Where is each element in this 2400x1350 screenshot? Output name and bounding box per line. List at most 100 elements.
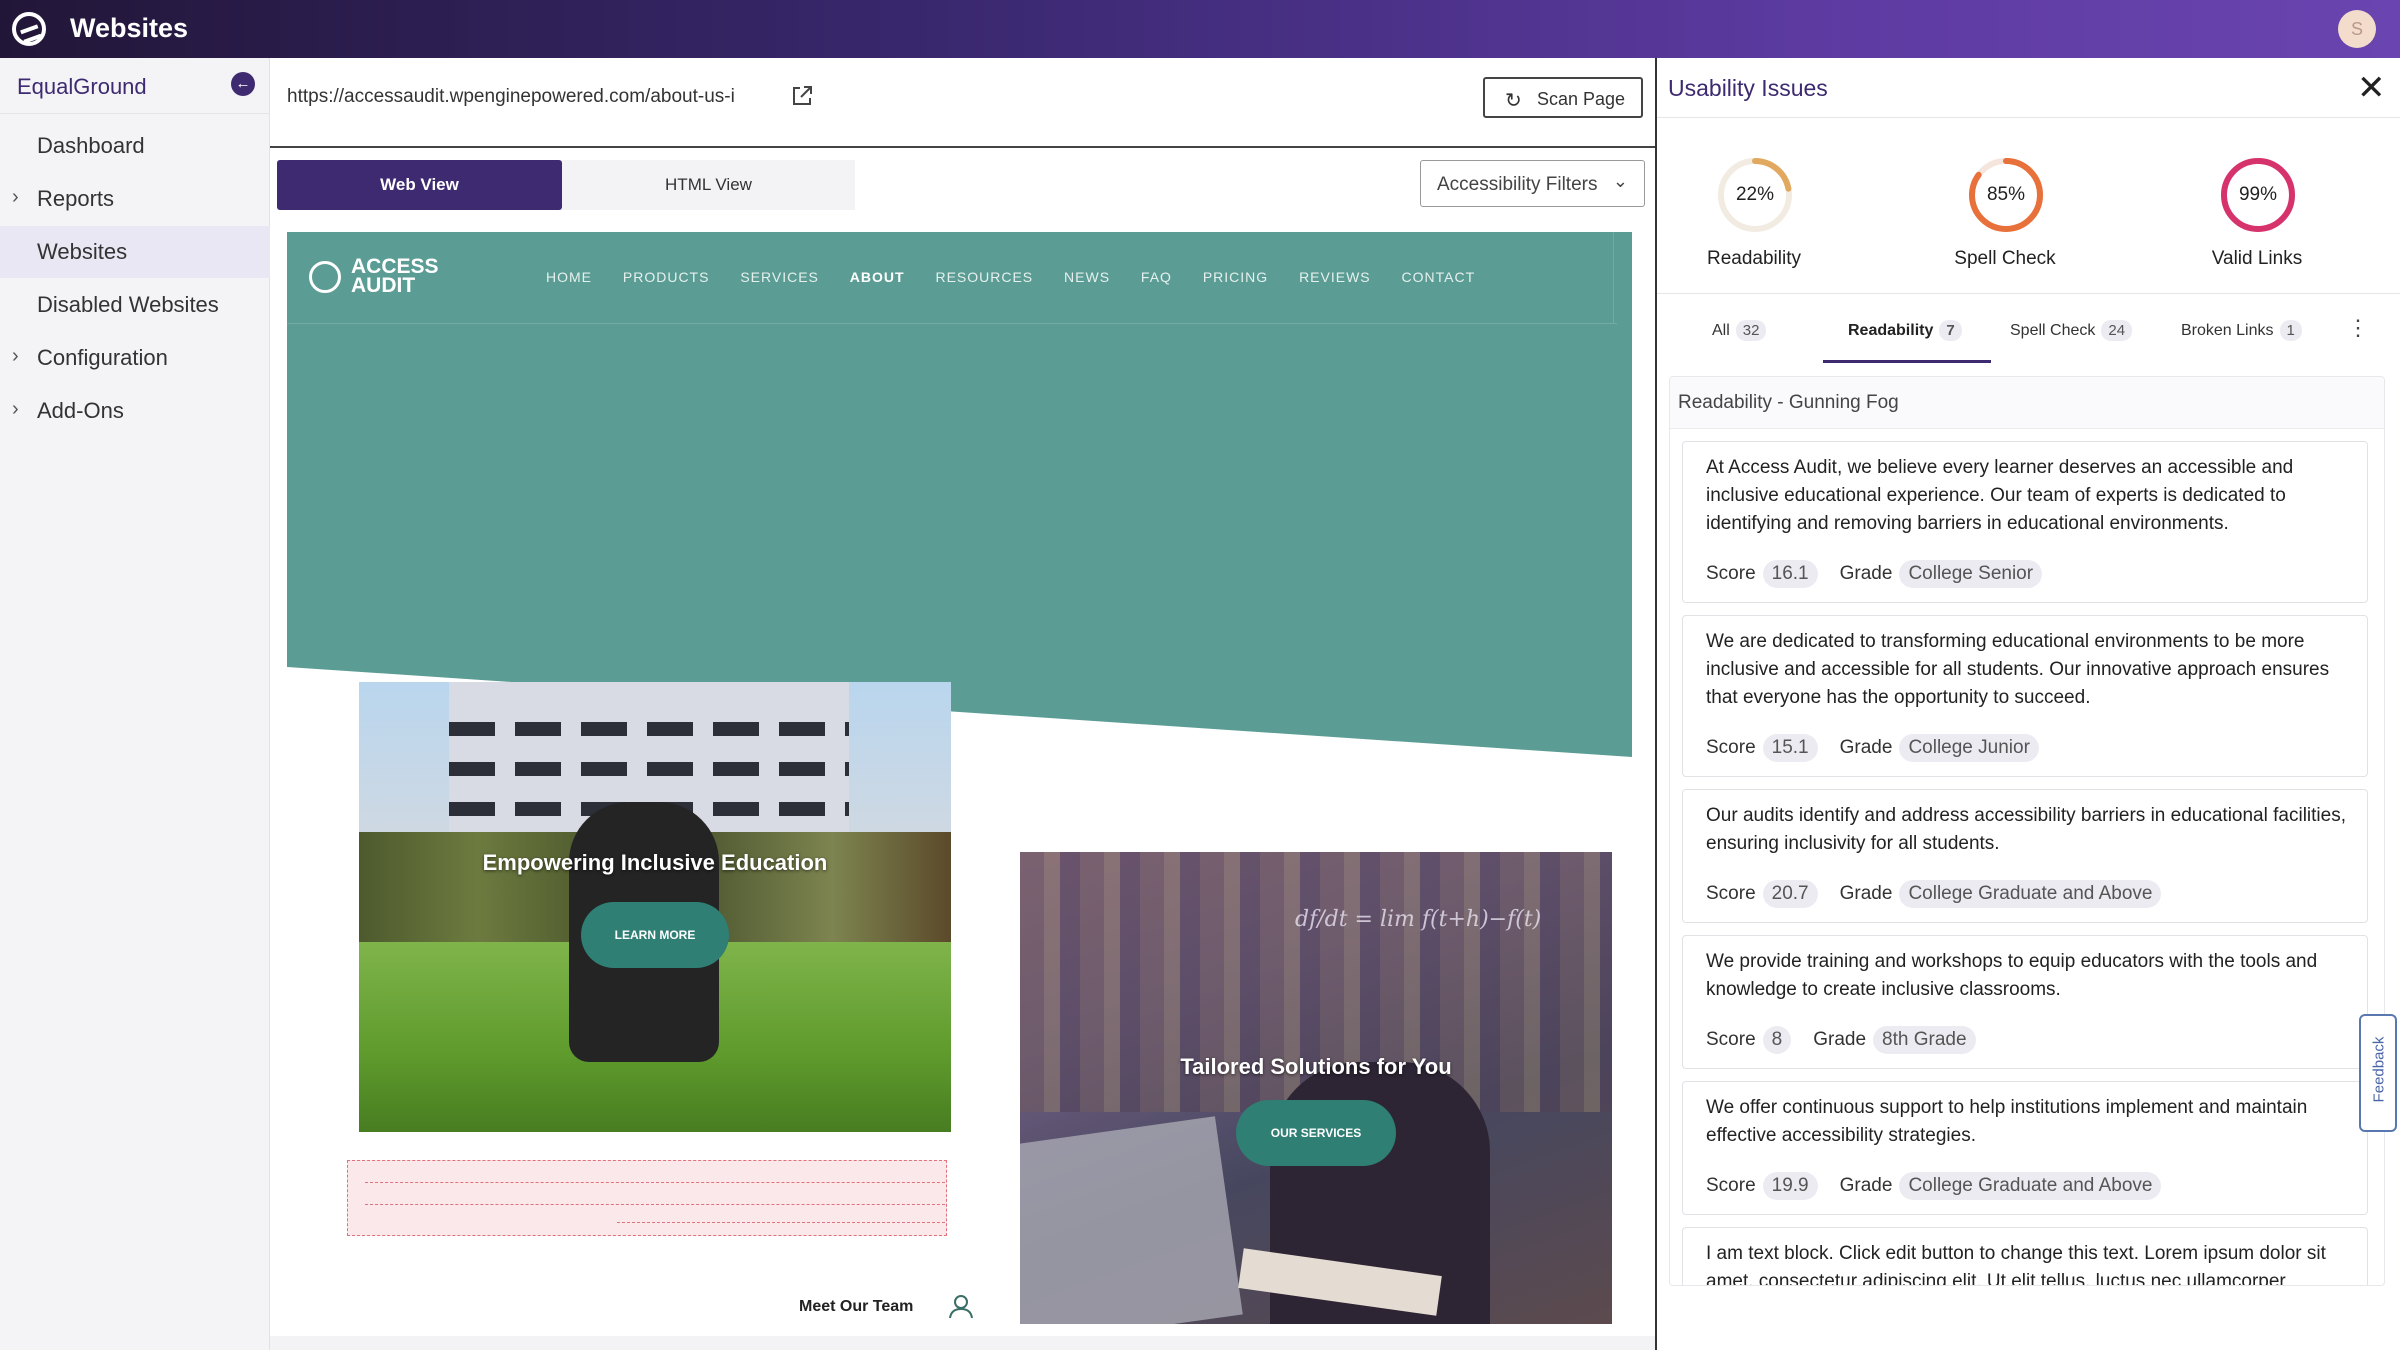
chevron-down-icon: ⌄ [1612, 171, 1628, 191]
site-nav-pricing[interactable]: PRICING [1203, 269, 1268, 285]
tab-all[interactable]: All 32 [1712, 320, 1767, 341]
close-icon[interactable]: ✕ [2357, 68, 2386, 108]
sidebar-item-websites[interactable]: Websites [0, 226, 270, 278]
chevron-right-icon: › [12, 186, 19, 208]
issue-meta: Score 19.9 Grade College Graduate and Above [1706, 1172, 2162, 1200]
score-label: Score [1706, 563, 1756, 584]
grade-badge: 8th Grade [1873, 1026, 1976, 1054]
issue-meta: Score 20.7 Grade College Graduate and Above [1706, 880, 2162, 908]
grade-label: Grade [1813, 1029, 1867, 1050]
gauge-readability: 22% Readability [1674, 156, 1834, 276]
score-badge: 19.9 [1762, 1172, 1818, 1200]
issue-meta: Score 16.1 Grade College Senior [1706, 560, 2043, 588]
issue-card[interactable]: Our audits identify and address accessib… [1682, 789, 2368, 923]
gauge-label: Readability [1707, 248, 1801, 269]
usability-issues-panel: Usability Issues ✕ 22% Readability 85% S… [1657, 58, 2400, 1350]
user-avatar[interactable]: S [2338, 10, 2376, 48]
panel-header-divider [1657, 117, 2400, 118]
issue-card[interactable]: We provide training and workshops to equ… [1682, 935, 2368, 1069]
issues-list[interactable]: Readability - Gunning Fog At Access Audi… [1669, 376, 2385, 1286]
tab-html-view[interactable]: HTML View [562, 160, 855, 210]
issue-card[interactable]: We offer continuous support to help inst… [1682, 1081, 2368, 1215]
sidebar-item-label: Reports [37, 186, 115, 211]
app-title: Websites [70, 13, 189, 43]
site-nav-news[interactable]: NEWS [1064, 269, 1110, 285]
url-bar: https://accessaudit.wpenginepowered.com/… [270, 58, 1655, 148]
sidebar-item-configuration[interactable]: › Configuration [0, 332, 270, 384]
team-icon [949, 1295, 973, 1319]
sidebar-item-disabled-websites[interactable]: Disabled Websites [0, 279, 270, 331]
issue-text: We provide training and workshops to equ… [1706, 951, 2318, 1000]
site-nav-about[interactable]: ABOUT [850, 269, 905, 285]
app-logo-icon[interactable] [12, 12, 46, 46]
accessibility-filters-dropdown[interactable]: Accessibility Filters ⌄ [1420, 160, 1645, 207]
score-badge: 15.1 [1762, 734, 1818, 762]
site-brand[interactable]: ACCESS AUDIT [351, 256, 439, 296]
site-logo-icon[interactable] [309, 261, 341, 293]
site-nav-reviews[interactable]: REVIEWS [1299, 269, 1371, 285]
sidebar-item-label: Disabled Websites [37, 292, 219, 317]
chevron-right-icon: › [12, 345, 19, 367]
scan-page-button[interactable]: ↻ Scan Page [1483, 77, 1643, 118]
site-nav-services[interactable]: SERVICES [740, 269, 819, 285]
tab-broken-links[interactable]: Broken Links 1 [2181, 320, 2302, 341]
site-nav-contact[interactable]: CONTACT [1402, 269, 1476, 285]
issue-text: We offer continuous support to help inst… [1706, 1097, 2308, 1146]
highlighted-issue-region[interactable] [347, 1160, 947, 1236]
tab-count-badge: 24 [2101, 320, 2133, 341]
grade-badge: College Senior [1899, 560, 2043, 588]
formula-overlay: df/dt = lim f(t+h)−f(t) [1295, 907, 1542, 932]
our-services-button[interactable]: OUR SERVICES [1236, 1100, 1396, 1166]
score-label: Score [1706, 737, 1756, 758]
horizontal-scrollbar[interactable] [270, 1336, 1655, 1350]
gauge-label: Spell Check [1954, 248, 2056, 269]
issue-text: We are dedicated to transforming educati… [1706, 631, 2330, 708]
sidebar-item-dashboard[interactable]: Dashboard [0, 120, 270, 172]
building-windows [449, 722, 849, 736]
chevron-right-icon: › [12, 398, 19, 420]
gauge-spell-check: 85% Spell Check [1925, 156, 2085, 276]
scan-page-label: Scan Page [1537, 89, 1626, 109]
gauge-value: 99% [2238, 184, 2278, 205]
sidebar-item-label: Configuration [37, 345, 168, 370]
tab-readability[interactable]: Readability 7 [1848, 320, 1962, 341]
collapse-sidebar-icon[interactable]: ← [231, 72, 255, 96]
active-tab-indicator [1823, 360, 1991, 363]
score-label: Score [1706, 883, 1756, 904]
score-badge: 8 [1762, 1026, 1792, 1054]
meet-our-team-link[interactable]: Meet Our Team [799, 1298, 913, 1316]
issue-meta: Score 8 Grade 8th Grade [1706, 1026, 1976, 1054]
website-preview[interactable]: ACCESS AUDIT HOME PRODUCTS SERVICES ABOU… [287, 232, 1632, 1332]
page-url: https://accessaudit.wpenginepowered.com/… [287, 86, 735, 107]
tab-web-view[interactable]: Web View [277, 160, 562, 210]
site-nav: HOME PRODUCTS SERVICES ABOUT RESOURCES N… [546, 269, 1501, 285]
refresh-icon: ↻ [1505, 90, 1522, 112]
sidebar-item-reports[interactable]: › Reports [0, 173, 270, 225]
issue-card[interactable]: I am text block. Click edit button to ch… [1682, 1227, 2368, 1285]
sidebar-item-label: Add-Ons [37, 398, 124, 423]
tab-spell-check[interactable]: Spell Check 24 [2010, 320, 2133, 341]
org-name[interactable]: EqualGround [17, 74, 147, 100]
feedback-tab[interactable]: Feedback [2359, 1014, 2397, 1132]
panel-title: Usability Issues [1668, 75, 1828, 101]
laptop-photo [1020, 1116, 1243, 1324]
site-nav-faq[interactable]: FAQ [1141, 269, 1172, 285]
view-tabs: Web View HTML View [277, 160, 855, 210]
score-label: Score [1706, 1175, 1756, 1196]
gauge-value: 85% [1986, 184, 2026, 205]
tab-label: Broken Links [2181, 322, 2274, 339]
issue-text: At Access Audit, we believe every learne… [1706, 457, 2294, 534]
learn-more-button[interactable]: LEARN MORE [581, 902, 729, 968]
external-link-icon[interactable] [790, 84, 814, 108]
site-nav-products[interactable]: PRODUCTS [623, 269, 710, 285]
issue-card[interactable]: At Access Audit, we believe every learne… [1682, 441, 2368, 603]
issue-card[interactable]: We are dedicated to transforming educati… [1682, 615, 2368, 777]
highlight-line [365, 1204, 945, 1205]
site-nav-home[interactable]: HOME [546, 269, 592, 285]
site-nav-resources[interactable]: RESOURCES [935, 269, 1033, 285]
sidebar-item-add-ons[interactable]: › Add-Ons [0, 385, 270, 437]
highlight-line [365, 1182, 945, 1183]
more-options-icon[interactable]: ⋮ [2347, 315, 2369, 341]
tab-count-badge: 1 [2279, 320, 2302, 341]
gauge-label: Valid Links [2211, 248, 2303, 269]
